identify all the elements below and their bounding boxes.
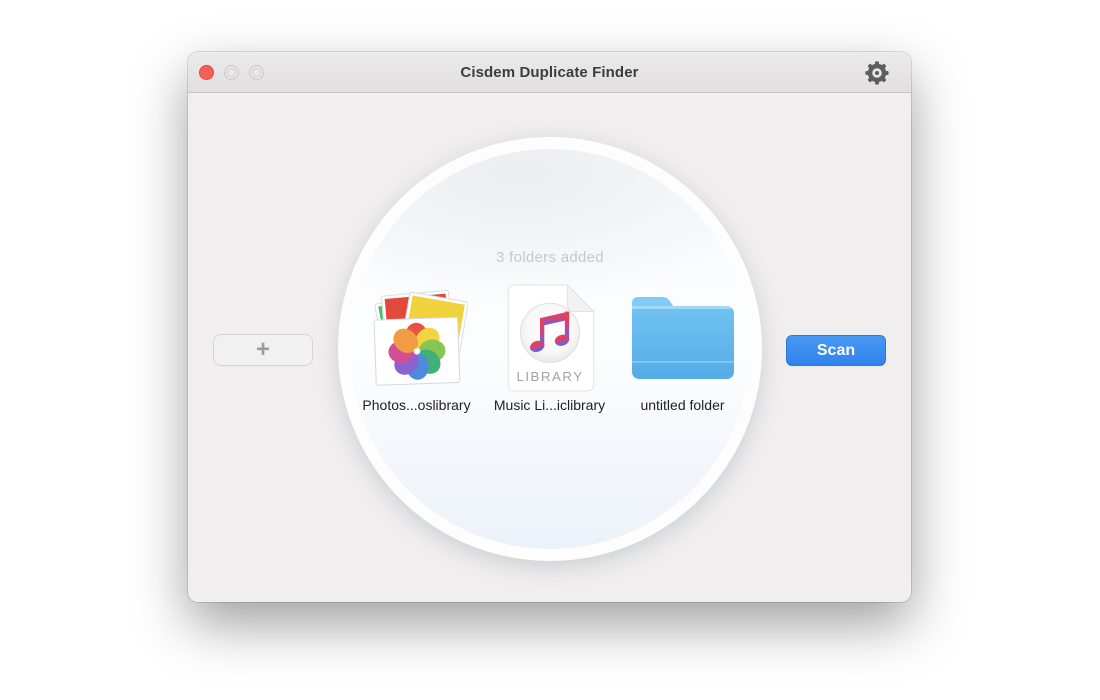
- window-titlebar: Cisdem Duplicate Finder: [188, 52, 911, 93]
- music-library-icon: LIBRARY: [505, 284, 595, 392]
- plus-icon: +: [256, 336, 270, 363]
- gear-icon: [865, 61, 889, 85]
- blue-folder-icon: [628, 290, 738, 386]
- app-window: Cisdem Duplicate Finder: [188, 52, 911, 602]
- desktop-wallpaper: Cisdem Duplicate Finder: [0, 0, 1100, 700]
- scan-button[interactable]: Scan: [786, 335, 886, 366]
- added-items-row: Photos...oslibrary: [350, 283, 750, 413]
- close-button[interactable]: [199, 65, 214, 80]
- window-content: + 3 folders added: [188, 93, 911, 602]
- added-item-untitled-folder[interactable]: untitled folder: [616, 283, 749, 413]
- library-icon-text: LIBRARY: [516, 369, 583, 384]
- settings-button[interactable]: [865, 61, 889, 85]
- item-label: untitled folder: [640, 397, 724, 413]
- add-folder-button[interactable]: +: [213, 334, 313, 366]
- zoom-button[interactable]: [249, 65, 264, 80]
- folders-added-status: 3 folders added: [350, 249, 750, 266]
- item-label: Music Li...iclibrary: [494, 397, 605, 413]
- folder-drop-zone[interactable]: 3 folders added: [338, 137, 762, 561]
- added-item-photos-library[interactable]: Photos...oslibrary: [350, 283, 483, 413]
- minimize-button[interactable]: [224, 65, 239, 80]
- photos-library-icon: [366, 285, 468, 391]
- traffic-lights: [199, 52, 264, 92]
- window-title: Cisdem Duplicate Finder: [188, 64, 911, 81]
- folder-drop-zone-inner: 3 folders added: [350, 149, 750, 549]
- added-item-music-library[interactable]: LIBRARY Music Li...iclibrary: [483, 283, 616, 413]
- item-label: Photos...oslibrary: [362, 397, 470, 413]
